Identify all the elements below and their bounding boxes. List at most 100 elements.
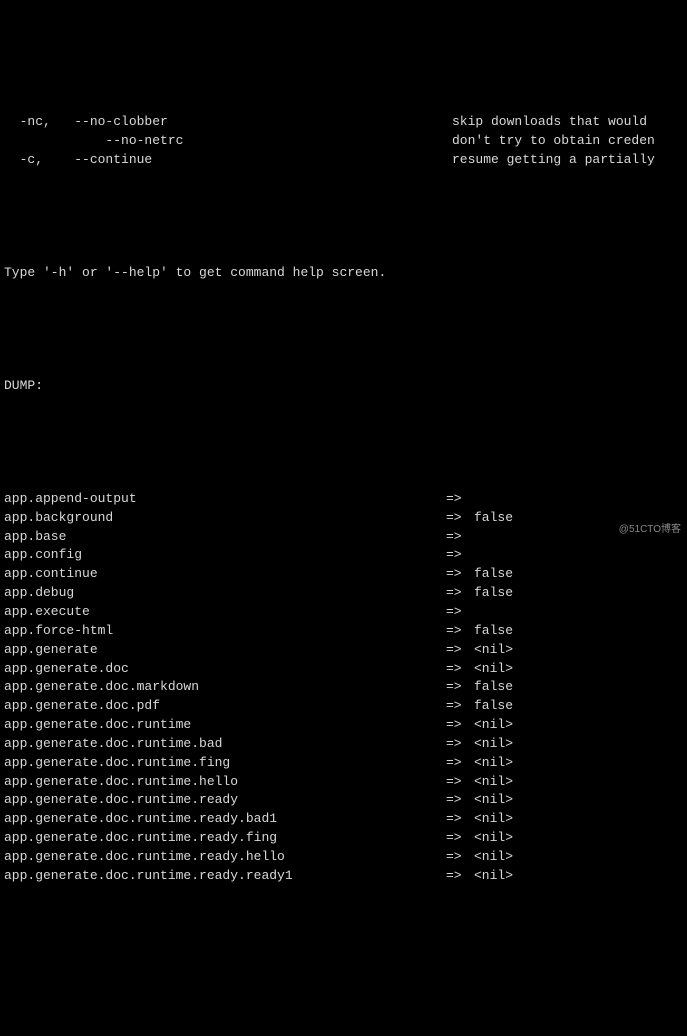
dump-row: app.generate.doc.runtime=><nil> [4, 716, 683, 735]
dump-key: app.generate.doc.runtime.hello [4, 773, 446, 792]
dump-arrow: => [446, 641, 474, 660]
dump-arrow: => [446, 754, 474, 773]
dump-key: app.continue [4, 565, 446, 584]
dump-row: app.generate=><nil> [4, 641, 683, 660]
dump-row: app.generate.doc.runtime.ready.fing=><ni… [4, 829, 683, 848]
dump-row: app.generate.doc.markdown=>false [4, 678, 683, 697]
dump-arrow: => [446, 509, 474, 528]
dump-value: false [474, 584, 683, 603]
dump-value: false [474, 565, 683, 584]
dump-row: app.config=> [4, 546, 683, 565]
dump-value: <nil> [474, 735, 683, 754]
dump-value: <nil> [474, 829, 683, 848]
dump-value: <nil> [474, 754, 683, 773]
dump-row: app.generate.doc.runtime.hello=><nil> [4, 773, 683, 792]
dump-row: app.execute=> [4, 603, 683, 622]
dump-arrow: => [446, 528, 474, 547]
watermark: @51CTO博客 [619, 523, 681, 538]
dump-arrow: => [446, 829, 474, 848]
dump-row: app.generate.doc.runtime.fing=><nil> [4, 754, 683, 773]
dump-key: app.generate.doc.runtime [4, 716, 446, 735]
dump-row: app.generate.doc.runtime.ready.hello=><n… [4, 848, 683, 867]
dump-row: app.generate.doc.runtime.ready.ready1=><… [4, 867, 683, 886]
dump-row: app.base=> [4, 528, 683, 547]
dump-value: <nil> [474, 716, 683, 735]
option-row: -nc, --no-clobberskip downloads that wou… [4, 113, 683, 132]
dump-key: app.generate.doc.runtime.ready.fing [4, 829, 446, 848]
option-flags: -nc, --no-clobber [4, 113, 452, 132]
dump-row: app.generate.doc.runtime.ready.bad1=><ni… [4, 810, 683, 829]
terminal-output: -nc, --no-clobberskip downloads that wou… [0, 75, 687, 904]
dump-arrow: => [446, 716, 474, 735]
dump-arrow: => [446, 622, 474, 641]
blank-line [4, 320, 683, 339]
dump-value: <nil> [474, 810, 683, 829]
option-description: resume getting a partially [452, 151, 683, 170]
dump-key: app.generate.doc.runtime.bad [4, 735, 446, 754]
dump-key: app.generate.doc.runtime.ready [4, 791, 446, 810]
dump-row: app.continue=>false [4, 565, 683, 584]
dump-arrow: => [446, 603, 474, 622]
option-row: -c, --continueresume getting a partially [4, 151, 683, 170]
dump-arrow: => [446, 810, 474, 829]
dump-arrow: => [446, 584, 474, 603]
dump-key: app.append-output [4, 490, 446, 509]
option-description: skip downloads that would [452, 113, 683, 132]
dump-arrow: => [446, 848, 474, 867]
dump-row: app.append-output=> [4, 490, 683, 509]
dump-row: app.generate.doc.runtime.bad=><nil> [4, 735, 683, 754]
dump-block: app.append-output=>app.background=>false… [4, 490, 683, 886]
dump-key: app.generate.doc.markdown [4, 678, 446, 697]
dump-value [474, 603, 683, 622]
dump-row: app.generate.doc.runtime.ready=><nil> [4, 791, 683, 810]
dump-key: app.force-html [4, 622, 446, 641]
dump-value: <nil> [474, 641, 683, 660]
dump-key: app.generate [4, 641, 446, 660]
dump-arrow: => [446, 773, 474, 792]
dump-arrow: => [446, 565, 474, 584]
dump-key: app.generate.doc.runtime.fing [4, 754, 446, 773]
blank-line [4, 207, 683, 226]
help-text: Type '-h' or '--help' to get command hel… [4, 264, 683, 283]
dump-value: <nil> [474, 848, 683, 867]
dump-value [474, 490, 683, 509]
dump-row: app.debug=>false [4, 584, 683, 603]
dump-key: app.debug [4, 584, 446, 603]
dump-arrow: => [446, 678, 474, 697]
dump-row: app.force-html=>false [4, 622, 683, 641]
options-block: -nc, --no-clobberskip downloads that wou… [4, 113, 683, 170]
dump-key: app.generate.doc [4, 660, 446, 679]
dump-arrow: => [446, 546, 474, 565]
dump-header: DUMP: [4, 377, 683, 396]
dump-row: app.background=>false [4, 509, 683, 528]
option-flags: -c, --continue [4, 151, 452, 170]
dump-value: <nil> [474, 773, 683, 792]
option-flags: --no-netrc [4, 132, 452, 151]
dump-arrow: => [446, 867, 474, 886]
dump-key: app.background [4, 509, 446, 528]
dump-key: app.execute [4, 603, 446, 622]
dump-row: app.generate.doc=><nil> [4, 660, 683, 679]
dump-key: app.generate.doc.runtime.ready.hello [4, 848, 446, 867]
dump-arrow: => [446, 660, 474, 679]
dump-value: <nil> [474, 791, 683, 810]
dump-value: <nil> [474, 660, 683, 679]
dump-key: app.base [4, 528, 446, 547]
dump-arrow: => [446, 791, 474, 810]
option-description: don't try to obtain creden [452, 132, 683, 151]
dump-arrow: => [446, 490, 474, 509]
dump-value: <nil> [474, 867, 683, 886]
dump-value: false [474, 678, 683, 697]
dump-arrow: => [446, 697, 474, 716]
dump-key: app.config [4, 546, 446, 565]
dump-value: false [474, 697, 683, 716]
dump-key: app.generate.doc.runtime.ready.bad1 [4, 810, 446, 829]
dump-value [474, 546, 683, 565]
option-row: --no-netrcdon't try to obtain creden [4, 132, 683, 151]
dump-row: app.generate.doc.pdf=>false [4, 697, 683, 716]
dump-key: app.generate.doc.runtime.ready.ready1 [4, 867, 446, 886]
blank-line [4, 433, 683, 452]
dump-key: app.generate.doc.pdf [4, 697, 446, 716]
dump-value: false [474, 622, 683, 641]
dump-arrow: => [446, 735, 474, 754]
